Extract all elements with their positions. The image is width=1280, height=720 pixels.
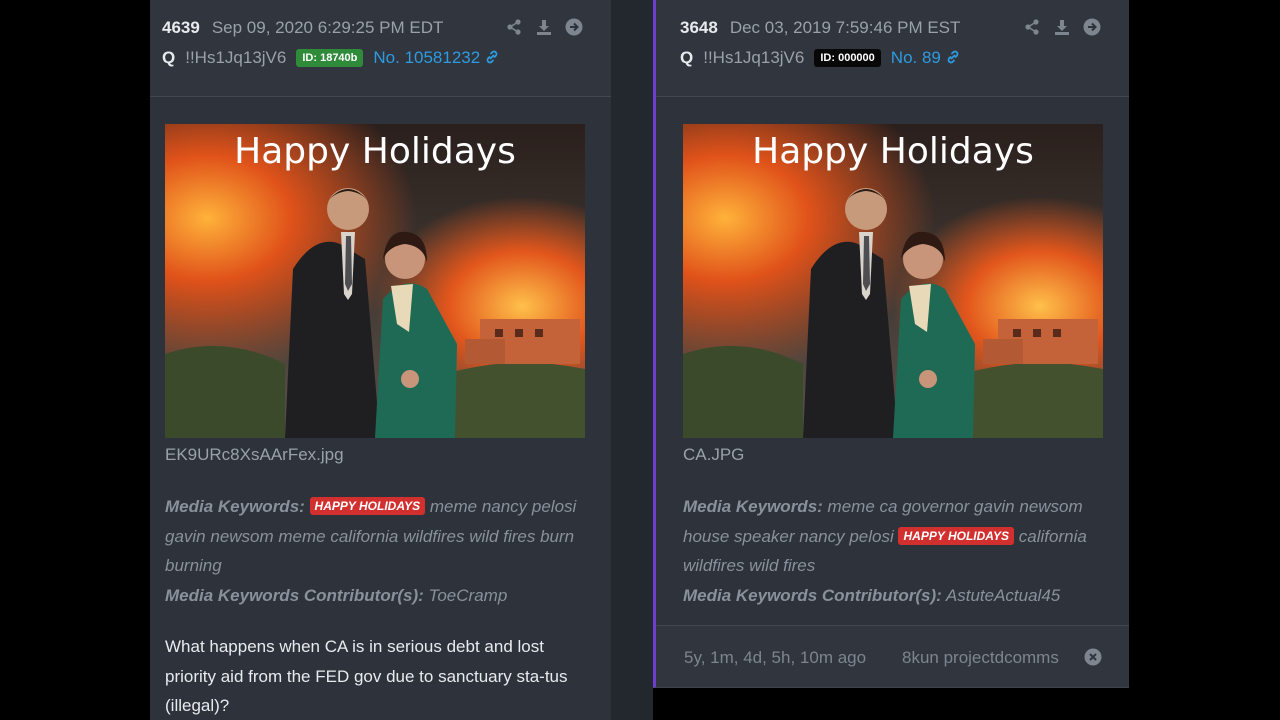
share-icon[interactable] [505,18,523,36]
contributor-name: ToeCramp [428,585,508,605]
post-count: 3648 [680,18,718,37]
post-card-right: 3648 Dec 03, 2019 7:59:46 PM EST Q !!Hs1… [653,0,1129,688]
post-number-link[interactable]: No. 89 [891,48,961,68]
media-keywords: Media Keywords: HAPPY HOLIDAYS meme nanc… [165,492,585,610]
download-icon[interactable] [535,18,553,36]
media-keywords: Media Keywords: meme ca governor gavin n… [683,492,1103,610]
post-image[interactable]: Happy Holidays [683,124,1103,438]
post-number: No. 10581232 [373,48,481,67]
post-image[interactable]: Happy Holidays [165,124,585,438]
source-label[interactable]: 8kun projectdcomms [902,648,1059,668]
post-number-link[interactable]: No. 10581232 [373,48,500,68]
post-header: 4639 Sep 09, 2020 6:29:25 PM EDT Q !!Hs1… [150,0,611,97]
post-body: What happens when CA is in serious debt … [165,637,568,715]
link-icon [947,50,959,64]
arrow-right-icon[interactable] [1083,18,1101,36]
author-name: Q [680,48,694,67]
time-ago: 5y, 1m, 4d, 5h, 10m ago [684,648,867,667]
post-number: No. 89 [890,48,941,67]
tripcode: !!Hs1Jq13jV6 [185,48,287,67]
contributor-name: AstuteActual45 [945,585,1061,605]
download-icon[interactable] [1053,18,1071,36]
link-icon [486,50,498,64]
media-keywords-label: Media Keywords: [683,497,823,516]
share-icon[interactable] [1023,18,1041,36]
post-date: Dec 03, 2019 7:59:46 PM EST [729,18,961,37]
image-title: Happy Holidays [752,131,1034,172]
close-circle-icon[interactable] [1084,648,1102,666]
contributor-label: Media Keywords Contributor(s): [683,585,942,605]
keyword-badge[interactable]: HAPPY HOLIDAYS [898,526,1015,545]
media-keywords-label: Media Keywords: [165,497,305,516]
image-filename[interactable]: EK9URc8XsAArFex.jpg [165,445,344,465]
id-badge: ID: 18740b [296,49,364,67]
keyword-badge[interactable]: HAPPY HOLIDAYS [309,497,426,515]
author-name: Q [162,48,176,67]
column-gap [611,0,653,720]
post-footer: 5y, 1m, 4d, 5h, 10m ago 8kun projectdcom… [656,625,1129,687]
post-date: Sep 09, 2020 6:29:25 PM EDT [211,18,444,37]
post-header: 3648 Dec 03, 2019 7:59:46 PM EST Q !!Hs1… [656,0,1129,97]
image-filename[interactable]: CA.JPG [683,445,744,465]
contributor-label: Media Keywords Contributor(s): [165,585,424,605]
arrow-right-icon[interactable] [565,18,583,36]
tripcode: !!Hs1Jq13jV6 [703,48,805,67]
image-title: Happy Holidays [234,131,516,172]
post-card-left: 4639 Sep 09, 2020 6:29:25 PM EDT Q !!Hs1… [150,0,611,720]
post-count: 4639 [162,18,200,37]
id-badge: ID: 000000 [814,49,881,67]
